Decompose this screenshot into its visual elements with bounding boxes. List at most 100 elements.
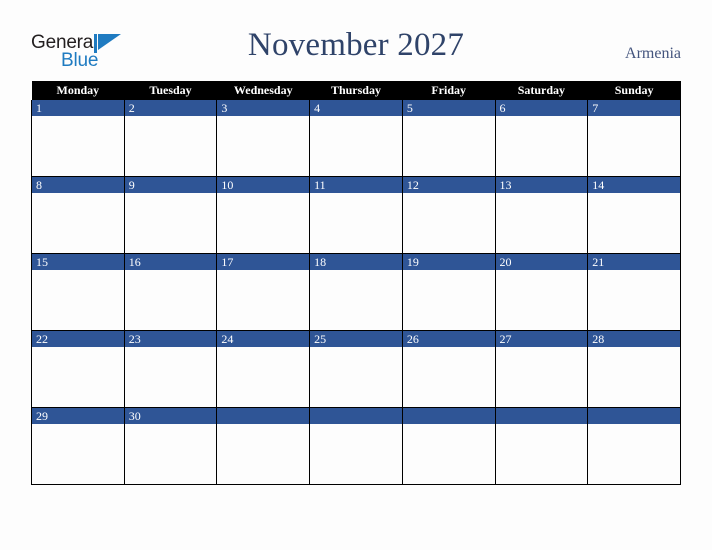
day-events-area[interactable]	[217, 116, 310, 176]
day-number: 10	[217, 177, 310, 193]
day-number: 1	[32, 100, 124, 116]
day-number: 7	[588, 100, 680, 116]
day-events-area[interactable]	[32, 347, 124, 407]
calendar-day-cell[interactable]: 13	[494, 176, 589, 254]
calendar-day-cell[interactable]: 16	[123, 253, 218, 331]
day-number: 25	[310, 331, 402, 347]
calendar-day-cell[interactable]: 1	[31, 100, 125, 177]
day-events-area[interactable]	[495, 347, 588, 407]
day-events-area[interactable]	[217, 270, 310, 330]
calendar-day-cell[interactable]: 18	[309, 253, 403, 331]
calendar-day-cell[interactable]: 5	[401, 100, 496, 177]
calendar-day-cell[interactable]: 20	[494, 253, 589, 331]
day-number: 4	[310, 100, 402, 116]
day-number: 14	[588, 177, 680, 193]
calendar-week-row: 29 30	[31, 407, 681, 485]
calendar-week-row: 1 2 3 4 5 6 7	[31, 100, 681, 177]
day-events-area[interactable]	[402, 193, 495, 253]
day-number: 11	[310, 177, 402, 193]
day-events-area[interactable]	[32, 116, 124, 176]
calendar-day-cell[interactable]: 26	[401, 330, 496, 408]
day-number: 13	[495, 177, 588, 193]
day-events-area[interactable]	[124, 347, 217, 407]
day-events-area[interactable]	[495, 193, 588, 253]
day-number: 21	[588, 254, 680, 270]
day-number: 22	[32, 331, 124, 347]
day-number: 30	[124, 408, 217, 424]
day-events-area[interactable]	[588, 270, 680, 330]
day-events-area[interactable]	[217, 347, 310, 407]
day-events-area[interactable]	[402, 116, 495, 176]
day-number: 20	[495, 254, 588, 270]
day-events-area	[495, 424, 588, 484]
day-number: 12	[402, 177, 495, 193]
calendar-day-cell[interactable]: 17	[216, 253, 311, 331]
day-events-area[interactable]	[32, 270, 124, 330]
day-events-area[interactable]	[588, 116, 680, 176]
day-events-area[interactable]	[588, 347, 680, 407]
calendar-day-cell[interactable]: 23	[123, 330, 218, 408]
calendar-day-cell[interactable]: 19	[401, 253, 496, 331]
country-label: Armenia	[625, 45, 681, 62]
calendar-week-row: 15 16 17 18 19 20 21	[31, 253, 681, 331]
calendar-day-cell[interactable]: 10	[216, 176, 311, 254]
day-events-area[interactable]	[310, 193, 402, 253]
day-number: 23	[124, 331, 217, 347]
page-title: November 2027	[247, 27, 465, 63]
calendar-day-cell[interactable]: 4	[309, 100, 403, 177]
calendar-day-cell[interactable]: 8	[31, 176, 125, 254]
day-events-area[interactable]	[310, 270, 402, 330]
calendar-day-cell[interactable]: 11	[309, 176, 403, 254]
day-events-area[interactable]	[310, 347, 402, 407]
day-events-area[interactable]	[588, 193, 680, 253]
calendar-day-cell[interactable]: 12	[401, 176, 496, 254]
weekday-header-thursday: Thursday	[309, 81, 403, 100]
calendar-day-cell[interactable]: 2	[123, 100, 218, 177]
weekday-header-wednesday: Wednesday	[216, 81, 310, 100]
calendar-day-cell[interactable]: 14	[587, 176, 681, 254]
day-events-area	[588, 424, 680, 484]
day-number: 3	[217, 100, 310, 116]
day-events-area[interactable]	[32, 193, 124, 253]
day-number: 29	[32, 408, 124, 424]
page-header: General Blue November 2027 Armenia	[0, 0, 712, 80]
day-number	[402, 408, 495, 424]
weekday-header-sunday: Sunday	[587, 81, 681, 100]
day-number: 24	[217, 331, 310, 347]
calendar-day-cell[interactable]: 27	[494, 330, 589, 408]
day-events-area[interactable]	[124, 424, 217, 484]
day-number: 16	[124, 254, 217, 270]
day-number: 15	[32, 254, 124, 270]
day-events-area[interactable]	[217, 193, 310, 253]
day-number: 5	[402, 100, 495, 116]
day-events-area[interactable]	[124, 270, 217, 330]
day-events-area[interactable]	[402, 270, 495, 330]
calendar-day-cell-empty	[216, 407, 311, 485]
calendar-day-cell[interactable]: 25	[309, 330, 403, 408]
day-number	[495, 408, 588, 424]
calendar-week-row: 8 9 10 11 12 13 14	[31, 176, 681, 254]
calendar-day-cell[interactable]: 28	[587, 330, 681, 408]
day-events-area[interactable]	[310, 116, 402, 176]
day-events-area[interactable]	[495, 270, 588, 330]
day-events-area[interactable]	[32, 424, 124, 484]
calendar-day-cell[interactable]: 30	[123, 407, 218, 485]
calendar-day-cell[interactable]: 15	[31, 253, 125, 331]
calendar-week-row: 22 23 24 25 26 27 28	[31, 330, 681, 408]
day-events-area[interactable]	[402, 347, 495, 407]
day-events-area[interactable]	[495, 116, 588, 176]
calendar-day-cell[interactable]: 29	[31, 407, 125, 485]
calendar-day-cell[interactable]: 6	[494, 100, 589, 177]
calendar-day-cell[interactable]: 22	[31, 330, 125, 408]
calendar-day-cell[interactable]: 9	[123, 176, 218, 254]
calendar-day-cell[interactable]: 24	[216, 330, 311, 408]
calendar-grid: Monday Tuesday Wednesday Thursday Friday…	[31, 81, 681, 485]
calendar-day-cell[interactable]: 21	[587, 253, 681, 331]
calendar-day-cell[interactable]: 3	[216, 100, 311, 177]
calendar-day-cell-empty	[309, 407, 403, 485]
day-events-area[interactable]	[124, 116, 217, 176]
day-events-area	[310, 424, 402, 484]
calendar-day-cell[interactable]: 7	[587, 100, 681, 177]
day-events-area[interactable]	[124, 193, 217, 253]
day-number: 2	[124, 100, 217, 116]
